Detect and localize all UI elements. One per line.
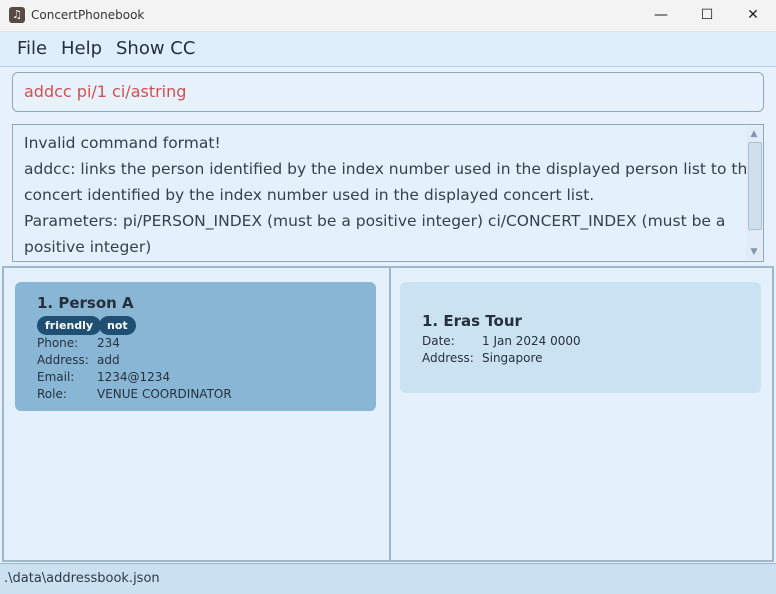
result-line: positive integer) bbox=[24, 238, 152, 256]
person-card[interactable]: 1. Person A friendly not Phone: 234 Addr… bbox=[15, 282, 376, 411]
menu-help[interactable]: Help bbox=[61, 38, 102, 59]
role-label: Role: bbox=[37, 387, 67, 401]
menu-file[interactable]: File bbox=[17, 38, 47, 59]
close-button[interactable]: ✕ bbox=[730, 0, 776, 31]
venue-address-label: Address: bbox=[422, 351, 474, 365]
maximize-button[interactable]: ☐ bbox=[684, 0, 730, 31]
scroll-thumb[interactable] bbox=[748, 142, 762, 230]
title-bar: ♫ ConcertPhonebook — ☐ ✕ bbox=[0, 0, 776, 32]
address-value: add bbox=[97, 353, 120, 367]
email-value: 1234@1234 bbox=[97, 370, 171, 384]
result-scrollbar[interactable]: ▲ ▼ bbox=[746, 126, 762, 260]
phone-value: 234 bbox=[97, 336, 120, 350]
status-bar: .\data\addressbook.json bbox=[0, 563, 776, 594]
data-file-path: .\data\addressbook.json bbox=[4, 571, 160, 586]
phone-label: Phone: bbox=[37, 336, 79, 350]
result-line: addcc: links the person identified by th… bbox=[24, 160, 757, 178]
tag-badge: friendly bbox=[37, 316, 102, 335]
result-line: Invalid command format! bbox=[24, 134, 221, 152]
menu-bar: File Help Show CC bbox=[0, 32, 776, 67]
list-panels: 1. Person A friendly not Phone: 234 Addr… bbox=[2, 266, 774, 562]
result-line: concert identified by the index number u… bbox=[24, 186, 595, 204]
date-value: 1 Jan 2024 0000 bbox=[482, 334, 581, 348]
minimize-button[interactable]: — bbox=[638, 0, 684, 31]
window-title: ConcertPhonebook bbox=[31, 8, 145, 22]
role-value: VENUE COORDINATOR bbox=[97, 387, 232, 401]
concert-name: 1. Eras Tour bbox=[422, 312, 522, 330]
address-label: Address: bbox=[37, 353, 89, 367]
menu-show-cc[interactable]: Show CC bbox=[116, 38, 195, 59]
scroll-down-arrow-icon[interactable]: ▼ bbox=[748, 246, 760, 258]
music-note-icon: ♫ bbox=[9, 7, 25, 23]
date-label: Date: bbox=[422, 334, 455, 348]
command-input[interactable] bbox=[24, 82, 744, 101]
concert-card[interactable]: 1. Eras Tour Date: 1 Jan 2024 0000 Addre… bbox=[400, 282, 761, 393]
command-box bbox=[12, 72, 764, 112]
app-window: ♫ ConcertPhonebook — ☐ ✕ File Help Show … bbox=[0, 0, 776, 594]
result-line: Parameters: pi/PERSON_INDEX (must be a p… bbox=[24, 212, 726, 230]
venue-address-value: Singapore bbox=[482, 351, 543, 365]
email-label: Email: bbox=[37, 370, 75, 384]
result-display: Invalid command format! addcc: links the… bbox=[12, 124, 764, 262]
scroll-up-arrow-icon[interactable]: ▲ bbox=[748, 128, 760, 140]
tag-badge: not bbox=[99, 316, 136, 335]
panel-divider bbox=[389, 268, 391, 560]
person-name: 1. Person A bbox=[37, 294, 134, 312]
